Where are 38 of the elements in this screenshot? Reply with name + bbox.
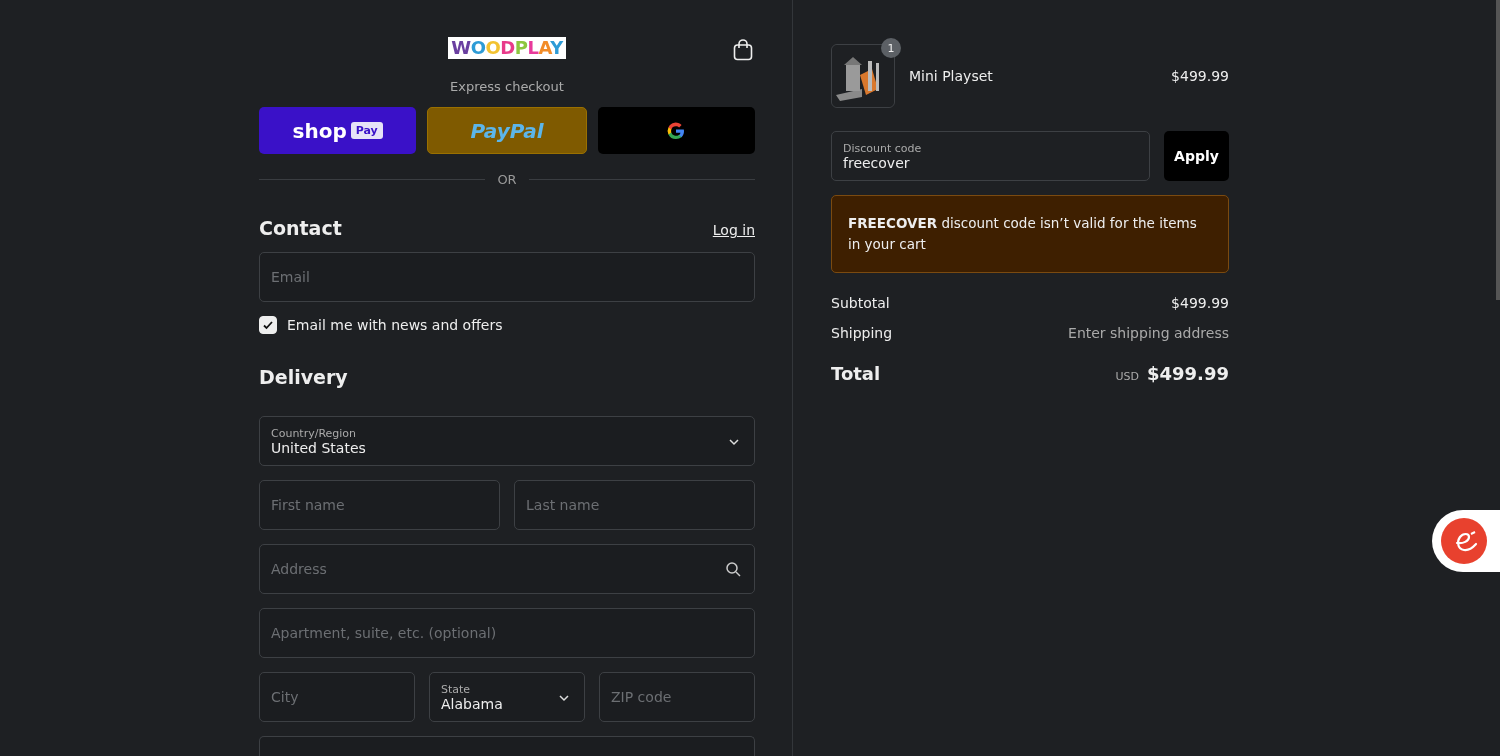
line-label: Shipping [831, 325, 893, 341]
total-label: Total [831, 363, 881, 384]
chevron-down-icon [558, 694, 570, 702]
total-amount: $499.99 [1147, 363, 1229, 384]
product-name: Mini Playset [909, 68, 994, 84]
product-price: $499.99 [1171, 68, 1229, 84]
shop-pay-button[interactable]: shop Pay [259, 107, 417, 154]
input-field[interactable]: City [259, 672, 415, 722]
input-field[interactable]: Apartment, suite, etc. (optional) [259, 608, 755, 658]
address-field[interactable]: Address [259, 544, 755, 594]
contact-heading: Contact [259, 217, 342, 239]
input-field[interactable]: First name [259, 480, 500, 530]
currency-label: USD [1115, 370, 1139, 383]
select-field[interactable]: State Alabama [429, 672, 585, 722]
apply-button[interactable]: Apply [1164, 131, 1229, 181]
or-separator: OR [497, 172, 517, 187]
delivery-heading: Delivery [259, 366, 349, 388]
log-in-link[interactable]: Log in [712, 222, 755, 238]
select-field[interactable]: Country/Region United States [259, 416, 755, 466]
email-field[interactable]: Email [259, 252, 755, 302]
shopping-bag-icon[interactable] [733, 39, 753, 61]
line-label: Subtotal [831, 295, 890, 311]
checkbox[interactable] [259, 316, 277, 334]
line-value: $499.99 [1171, 295, 1229, 311]
line-value: Enter shipping address [1068, 325, 1229, 341]
express-checkout-title: Express checkout [449, 79, 565, 94]
google-logo-icon [666, 120, 687, 141]
input-field[interactable]: ZIP code [599, 672, 755, 722]
newsletter-label: Email me with news and offers [287, 317, 503, 333]
error-message: FREECOVER discount code isn’t valid for the items in your cart [831, 195, 1229, 273]
chat-widget-button[interactable] [1432, 510, 1500, 572]
chevron-down-icon [728, 438, 740, 446]
logo[interactable]: WOODPLAY [448, 37, 566, 59]
discount-code-field[interactable]: Discount code freecover [831, 131, 1150, 181]
input-field[interactable]: Last name [514, 480, 755, 530]
checkmark-icon [262, 319, 274, 331]
quantity-badge: 1 [881, 38, 901, 58]
search-icon[interactable] [725, 561, 741, 577]
